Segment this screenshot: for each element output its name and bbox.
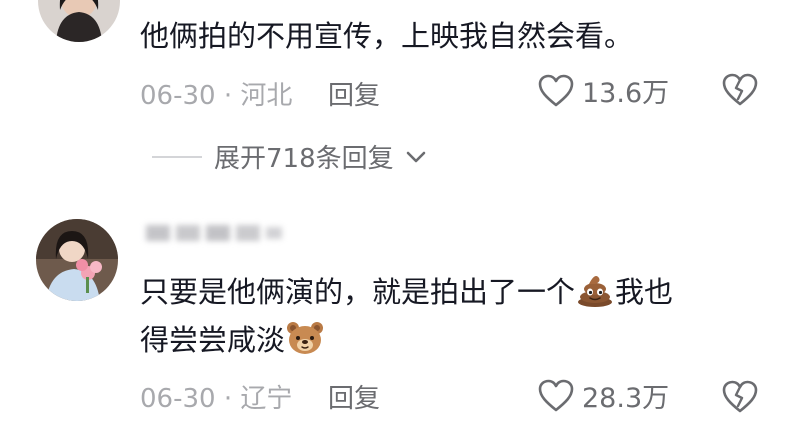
comment-text: 得尝尝咸淡 [140, 318, 325, 362]
comment-text-part: 得尝尝咸淡 [140, 323, 286, 357]
comment-meta: 06-30 · 河北 [140, 81, 293, 111]
bear-face-emoji-icon [285, 320, 325, 356]
username[interactable] [146, 221, 286, 245]
like-button[interactable]: 28.3万 [538, 376, 669, 415]
avatar[interactable] [36, 219, 118, 301]
comment-text-part: 只要是他俩演的，就是拍出了一个 [140, 275, 576, 309]
broken-heart-icon [722, 380, 758, 413]
like-button[interactable]: 13.6万 [538, 71, 669, 110]
dislike-button[interactable] [722, 379, 758, 415]
expand-replies-label: 展开718条回复 [214, 144, 394, 174]
heart-outline-icon [538, 74, 574, 106]
comment-text: 他俩拍的不用宣传，上映我自然会看。 [140, 19, 634, 53]
like-count: 28.3万 [582, 383, 670, 414]
broken-heart-icon [722, 73, 758, 106]
expand-replies-button[interactable]: 展开718条回复 [152, 138, 426, 175]
comment-text-part: 我也 [615, 275, 674, 309]
comment-list: 他俩拍的不用宣传，上映我自然会看。 06-30 · 河北 回复 13.6万 展开… [0, 0, 800, 429]
comment-meta: 06-30 · 辽宁 [140, 384, 293, 414]
reply-button[interactable]: 回复 [328, 378, 380, 415]
like-count: 13.6万 [582, 78, 670, 109]
comment-text: 只要是他俩演的，就是拍出了一个 我也 [140, 270, 673, 314]
poop-emoji-icon [575, 272, 615, 308]
reply-button[interactable]: 回复 [328, 75, 380, 112]
dislike-button[interactable] [722, 72, 758, 108]
avatar[interactable] [38, 0, 120, 42]
divider-line [152, 155, 202, 158]
heart-outline-icon [538, 379, 574, 411]
chevron-down-icon [406, 151, 425, 162]
